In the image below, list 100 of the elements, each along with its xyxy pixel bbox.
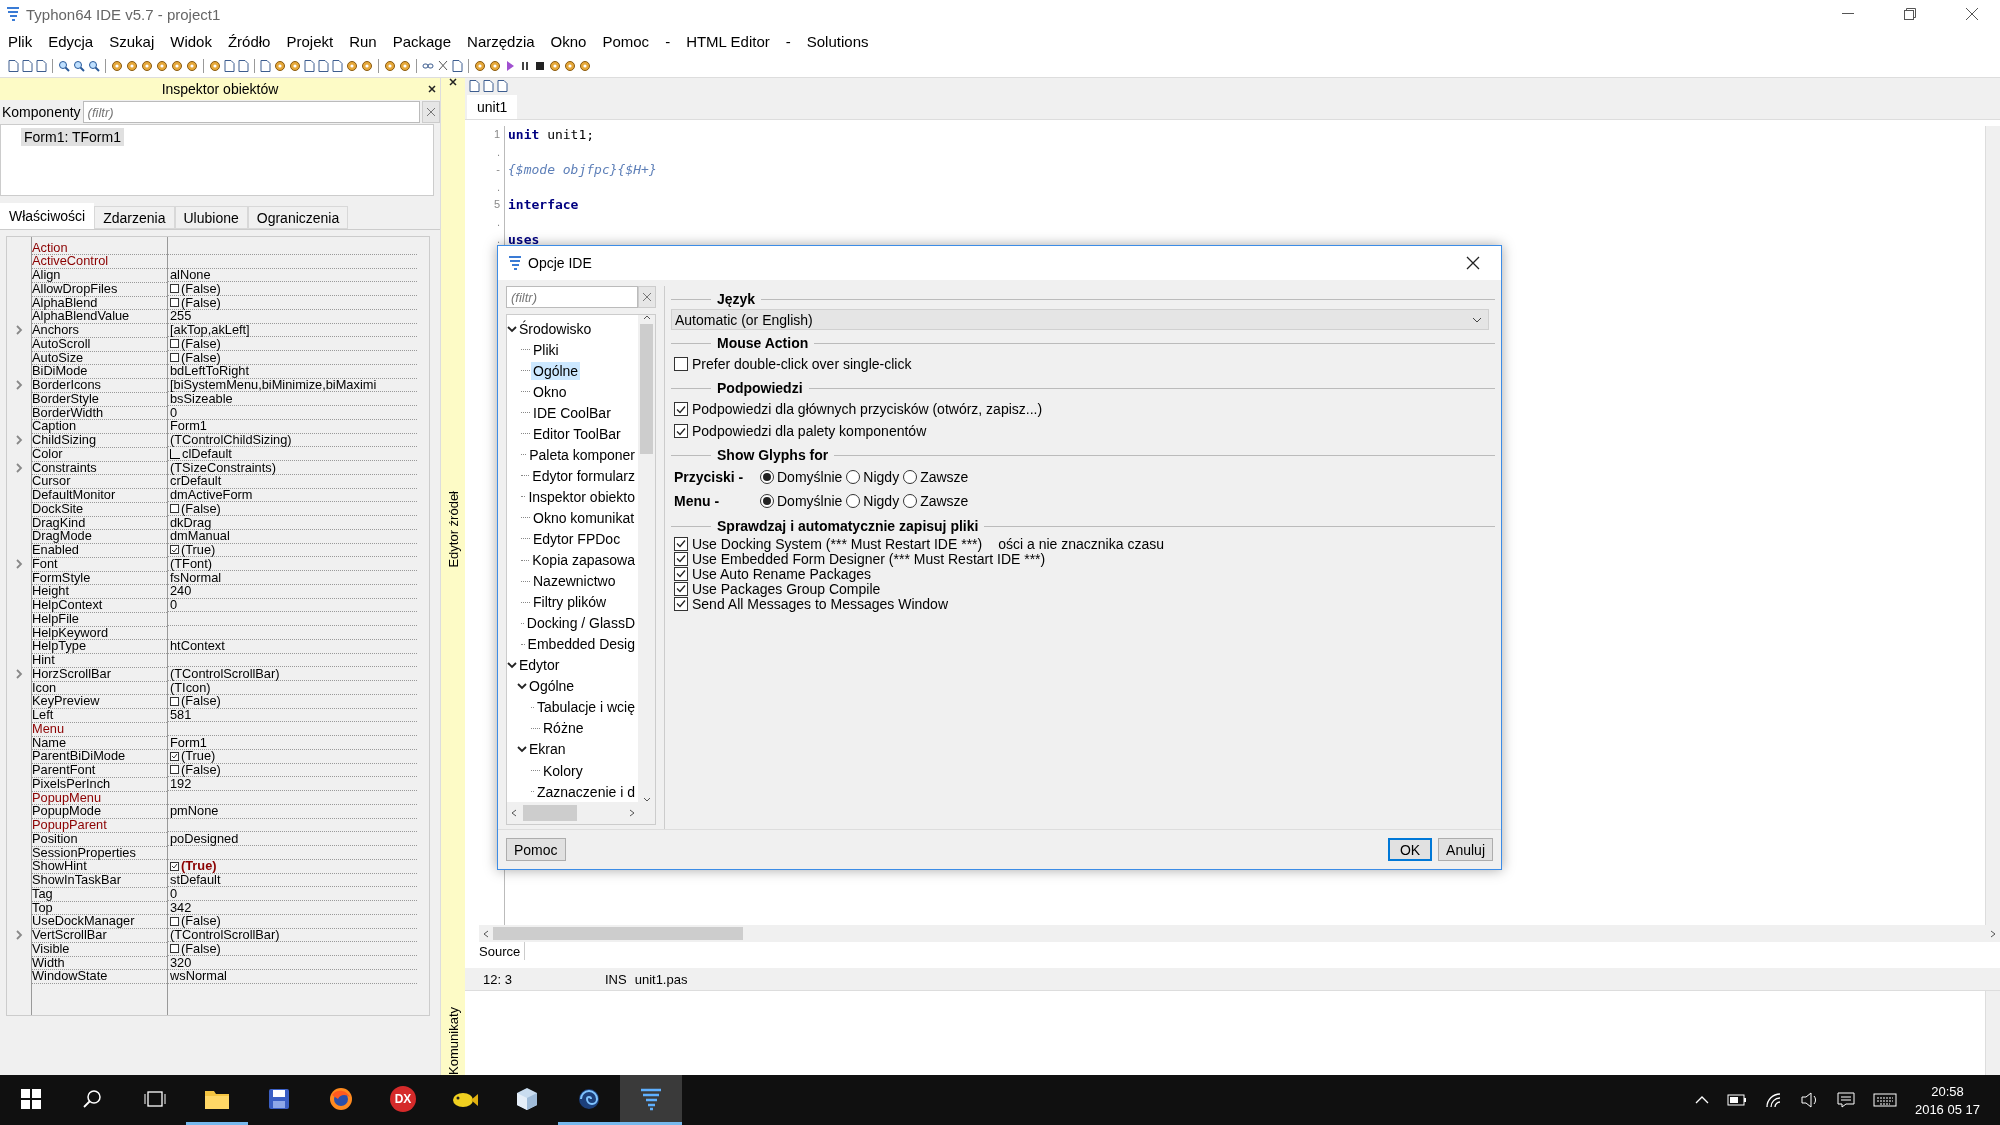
gear-icon[interactable] — [549, 59, 561, 72]
expand-icon[interactable] — [15, 435, 23, 446]
gear-icon[interactable] — [171, 59, 183, 72]
property-value[interactable]: clDefault — [182, 446, 232, 461]
property-value[interactable]: bdLeftToRight — [170, 364, 249, 378]
side-tab[interactable]: Komunikaty — [445, 1007, 461, 1075]
magnifier-icon[interactable] — [88, 59, 100, 72]
filter-field[interactable]: (filtr) — [506, 286, 638, 308]
page-icon[interactable] — [469, 80, 480, 92]
tree-item[interactable]: Edytor FPDoc — [531, 530, 623, 548]
tree-item[interactable]: Ogólne — [531, 361, 581, 380]
checkbox[interactable] — [170, 765, 179, 775]
property-value[interactable]: (True) — [181, 859, 217, 873]
property-value[interactable]: dmManual — [170, 529, 230, 543]
gear-icon[interactable] — [274, 59, 286, 72]
tree-item[interactable]: Embedded Desig — [525, 635, 637, 654]
expand-icon[interactable] — [15, 559, 23, 570]
page-icon[interactable] — [224, 59, 235, 72]
menu-item[interactable]: Pomoc — [602, 30, 650, 52]
property-value[interactable]: (TFont) — [170, 556, 212, 571]
play-icon[interactable] — [504, 59, 516, 72]
property-value[interactable]: Form1 — [170, 419, 207, 433]
checkbox[interactable] — [170, 352, 179, 362]
scrollbar[interactable] — [1985, 991, 2000, 1075]
scrollbar-thumb[interactable] — [523, 805, 577, 821]
tree-item[interactable]: Okno komunikat — [531, 508, 637, 527]
menu-item[interactable]: Szukaj — [109, 30, 155, 52]
chevron-icon[interactable] — [507, 660, 517, 671]
property-value[interactable]: (TIcon) — [170, 680, 211, 695]
page-icon[interactable] — [260, 59, 271, 72]
property-value[interactable]: 320 — [170, 955, 192, 970]
checkbox[interactable] — [170, 297, 179, 307]
gear-icon[interactable] — [564, 59, 576, 72]
checkbox[interactable] — [170, 944, 179, 954]
property-value[interactable]: crDefault — [170, 474, 222, 488]
property-value[interactable]: [biSystemMenu,biMinimize,biMaximi — [170, 378, 377, 392]
page-icon[interactable] — [318, 59, 329, 72]
menu-item[interactable]: Widok — [170, 30, 212, 52]
menu-item[interactable]: Solutions — [806, 30, 869, 52]
stop-icon[interactable] — [534, 59, 546, 72]
property-value[interactable]: (False) — [181, 941, 221, 956]
property-value[interactable]: (False) — [181, 281, 221, 296]
tree-item[interactable]: Pliki — [531, 340, 561, 359]
clear-filter-button[interactable] — [422, 101, 440, 123]
gear-icon[interactable] — [126, 59, 138, 72]
property-value[interactable]: fsNormal — [170, 570, 222, 585]
checkbox[interactable] — [170, 696, 179, 706]
property-value[interactable]: (True) — [181, 543, 216, 557]
menu-item[interactable]: Okno — [550, 30, 587, 52]
tree-item[interactable]: Nazewnictwo — [531, 572, 618, 591]
tree-item[interactable]: Zaznaczenie i d — [534, 782, 637, 801]
property-value[interactable]: (False) — [181, 694, 221, 708]
tree-item[interactable]: IDE CoolBar — [531, 403, 613, 422]
checkbox[interactable] — [674, 402, 688, 416]
tab[interactable]: Ograniczenia — [247, 206, 349, 229]
scrollbar[interactable] — [1985, 126, 2000, 925]
gear-icon[interactable] — [186, 59, 198, 72]
page-icon[interactable] — [36, 59, 47, 72]
expand-icon[interactable] — [15, 669, 23, 680]
tree-item[interactable]: Editor ToolBar — [531, 424, 623, 443]
radio-button[interactable] — [846, 470, 861, 484]
property-value[interactable]: dkDrag — [170, 515, 212, 530]
tab[interactable]: Właściwości — [0, 203, 95, 229]
tree-item[interactable]: Inspektor obiekto — [526, 487, 637, 506]
magnifier-icon[interactable] — [58, 59, 70, 72]
pause-icon[interactable] — [519, 59, 531, 72]
checkbox[interactable] — [170, 861, 179, 871]
checkbox[interactable] — [170, 504, 179, 514]
filter-field[interactable]: (filtr) — [82, 101, 420, 123]
property-value[interactable]: (False) — [181, 914, 221, 928]
property-value[interactable]: 255 — [170, 309, 192, 323]
tree-item[interactable]: Tabulacje i wcię — [534, 698, 637, 717]
checkbox[interactable] — [170, 339, 179, 349]
scissors-icon[interactable] — [437, 59, 449, 72]
radio-button[interactable] — [903, 494, 918, 508]
menu-item[interactable]: HTML Editor — [686, 30, 770, 52]
scrollbar-thumb[interactable] — [493, 927, 743, 940]
property-value[interactable]: (False) — [181, 295, 221, 310]
chevron-icon[interactable] — [517, 681, 527, 692]
tree-item[interactable]: Okno — [531, 382, 569, 401]
property-value[interactable]: 0 — [170, 886, 178, 901]
checkbox[interactable] — [674, 581, 688, 596]
tree-item[interactable]: Form1: TForm1 — [21, 128, 124, 146]
property-value[interactable]: htContext — [170, 639, 225, 653]
property-value[interactable]: (False) — [181, 350, 221, 365]
tree-item[interactable]: Kolory — [541, 761, 585, 780]
property-value[interactable]: 342 — [170, 900, 192, 915]
taskbar-app[interactable]: DX — [372, 1075, 434, 1125]
radio-button[interactable] — [760, 470, 774, 484]
tree-item[interactable]: Środowisko — [517, 319, 594, 338]
checkbox[interactable] — [170, 545, 179, 555]
dialog-button[interactable]: Anuluj — [1438, 838, 1493, 861]
tree-item[interactable]: Edytor — [517, 656, 562, 675]
gear-icon[interactable] — [156, 59, 168, 72]
page-icon[interactable] — [8, 59, 19, 72]
gear-icon[interactable] — [209, 59, 221, 72]
property-value[interactable]: alNone — [170, 268, 211, 282]
property-value[interactable]: (TSizeConstraints) — [170, 460, 276, 475]
property-value[interactable]: Form1 — [170, 735, 207, 750]
tree-item[interactable]: Edytor formularz — [530, 466, 637, 485]
